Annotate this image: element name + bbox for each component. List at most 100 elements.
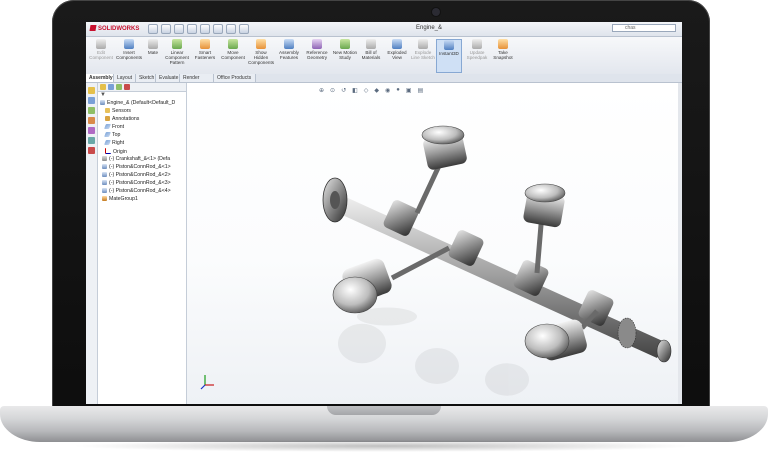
move-component-button[interactable]: Move Component	[220, 39, 246, 73]
insert-components-label: Insert Components	[116, 50, 143, 60]
feature-manager-tabs	[98, 83, 186, 92]
appearance-icon[interactable]	[88, 147, 95, 154]
edit-component-button[interactable]: Edit Component	[88, 39, 114, 73]
edit-component-label: Edit Component	[89, 50, 113, 60]
bill-of-materials-button[interactable]: Bill of Materials	[358, 39, 384, 73]
zoom-icon[interactable]	[88, 97, 95, 104]
assembly-features-icon	[284, 39, 294, 49]
piston-2[interactable]	[332, 245, 451, 314]
tab-sketch[interactable]: Sketch	[136, 74, 156, 82]
assembly-features-button[interactable]: Assembly Features	[276, 39, 302, 73]
tree-item-annotations[interactable]: Annotations	[105, 116, 139, 123]
tree-item-label: (-) Piston&ConnRod_&<2>	[109, 172, 171, 178]
take-snapshot-button[interactable]: Take Snapshot	[490, 39, 516, 73]
speedpak-icon	[472, 39, 482, 49]
tree-item-right[interactable]: Right	[104, 140, 125, 147]
insert-components-button[interactable]: Insert Components	[116, 39, 142, 73]
command-tabs: Assembly Layout Sketch Evaluate Render T…	[86, 74, 682, 89]
filter-icon[interactable]: ▼	[100, 92, 106, 98]
tab-assembly[interactable]: Assembly	[86, 74, 114, 82]
smart-fasteners-icon	[200, 39, 210, 49]
print-icon[interactable]	[187, 24, 197, 34]
tab-render-tools[interactable]: Render Tools	[180, 74, 214, 89]
subassembly-icon	[102, 172, 107, 177]
tree-item-piston-3[interactable]: (-) Piston&ConnRod_&<3>	[102, 180, 171, 187]
graphics-scrollbar[interactable]	[678, 83, 682, 404]
plane-icon	[104, 124, 111, 129]
speedpak-label: Update Speedpak	[466, 50, 488, 60]
tree-item-label: Front	[112, 124, 125, 130]
tree-item-label: Sensors	[112, 108, 132, 114]
search-input[interactable]: chas	[612, 24, 676, 32]
linear-pattern-icon	[172, 39, 182, 49]
smart-fasteners-button[interactable]: Smart Fasteners	[192, 39, 218, 73]
document-title: Engine_&	[416, 25, 443, 31]
new-motion-study-button[interactable]: New Motion Study	[332, 39, 358, 73]
tree-item-sensors[interactable]: Sensors	[105, 108, 131, 115]
snapshot-icon	[498, 39, 508, 49]
tree-item-label: (-) Piston&ConnRod_&<4>	[109, 188, 171, 194]
tab-office-products[interactable]: Office Products	[214, 74, 256, 82]
smart-fasteners-label: Smart Fasteners	[194, 50, 216, 60]
tree-item-crankshaft[interactable]: (-) Crankshaft_&<1> (Defa	[102, 156, 170, 163]
configuration-icon[interactable]	[116, 84, 122, 90]
snapshot-label: Take Snapshot	[493, 50, 513, 60]
display-manager-icon[interactable]	[124, 84, 130, 90]
tree-item-origin[interactable]: Origin	[105, 148, 127, 155]
rotate-icon[interactable]	[88, 107, 95, 114]
update-speedpak-button[interactable]: Update Speedpak	[464, 39, 490, 73]
reference-geometry-button[interactable]: Reference Geometry	[304, 39, 330, 73]
pointer-icon[interactable]	[88, 87, 95, 94]
app-logo[interactable]: SOLIDWORKS	[89, 25, 139, 32]
tree-item-label: MateGroup1	[109, 196, 138, 202]
show-hidden-label: Show Hidden Components	[248, 50, 275, 65]
tree-item-label: (-) Piston&ConnRod_&<3>	[109, 180, 171, 186]
mate-button[interactable]: Mate	[144, 39, 162, 73]
explode-line-icon	[418, 39, 428, 49]
explode-line-label: Explode Line Sketch	[410, 50, 435, 60]
reference-geometry-icon	[312, 39, 322, 49]
reference-geometry-label: Reference Geometry	[306, 50, 328, 60]
subassembly-icon	[102, 188, 107, 193]
piston-1[interactable]	[414, 125, 468, 215]
feature-manager: ▼ Engine_& (Default<Default_D Sensors An…	[98, 83, 187, 404]
options-icon[interactable]	[239, 24, 249, 34]
tab-layout[interactable]: Layout	[114, 74, 136, 82]
undo-icon[interactable]	[200, 24, 210, 34]
rebuild-icon[interactable]	[226, 24, 236, 34]
tree-item-piston-1[interactable]: (-) Piston&ConnRod_&<1>	[102, 164, 171, 171]
feature-tree-icon[interactable]	[100, 84, 106, 90]
show-hidden-button[interactable]: Show Hidden Components	[248, 39, 274, 73]
tree-item-piston-4[interactable]: (-) Piston&ConnRod_&<4>	[102, 188, 171, 195]
open-document-icon[interactable]	[161, 24, 171, 34]
annotations-icon	[105, 116, 110, 121]
tree-item-front[interactable]: Front	[104, 124, 125, 131]
exploded-view-button[interactable]: Exploded View	[384, 39, 410, 73]
graphics-area[interactable]: ⊕ ⊙ ↺ ◧ ◇ ◆ ◉ ● ▣ ▤	[187, 83, 682, 404]
instant3d-label: Instant3D	[439, 51, 459, 56]
engine-model[interactable]	[187, 83, 682, 404]
new-document-icon[interactable]	[148, 24, 158, 34]
instant3d-button[interactable]: Instant3D	[436, 39, 462, 73]
origin-icon	[105, 148, 111, 154]
explode-line-sketch-button[interactable]: Explode Line Sketch	[410, 39, 436, 73]
view-icon[interactable]	[88, 137, 95, 144]
linear-pattern-button[interactable]: Linear Component Pattern	[164, 39, 190, 73]
save-icon[interactable]	[174, 24, 184, 34]
tree-item-mategroup[interactable]: MateGroup1	[102, 196, 138, 203]
tree-item-piston-2[interactable]: (-) Piston&ConnRod_&<2>	[102, 172, 171, 179]
select-icon[interactable]	[213, 24, 223, 34]
tab-evaluate[interactable]: Evaluate	[156, 74, 180, 82]
tree-item-root[interactable]: Engine_& (Default<Default_D	[100, 100, 175, 107]
section-icon[interactable]	[88, 127, 95, 134]
sensors-icon	[105, 108, 110, 113]
property-manager-icon[interactable]	[108, 84, 114, 90]
tree-item-label: Annotations	[112, 116, 140, 122]
tree-item-label: Right	[112, 140, 125, 146]
tree-item-label: (-) Piston&ConnRod_&<1>	[109, 164, 171, 170]
quick-access-toolbar	[148, 24, 249, 34]
tree-item-label: Top	[112, 132, 121, 138]
tree-item-top[interactable]: Top	[104, 132, 121, 139]
pan-icon[interactable]	[88, 117, 95, 124]
piston-3[interactable]	[523, 183, 566, 274]
